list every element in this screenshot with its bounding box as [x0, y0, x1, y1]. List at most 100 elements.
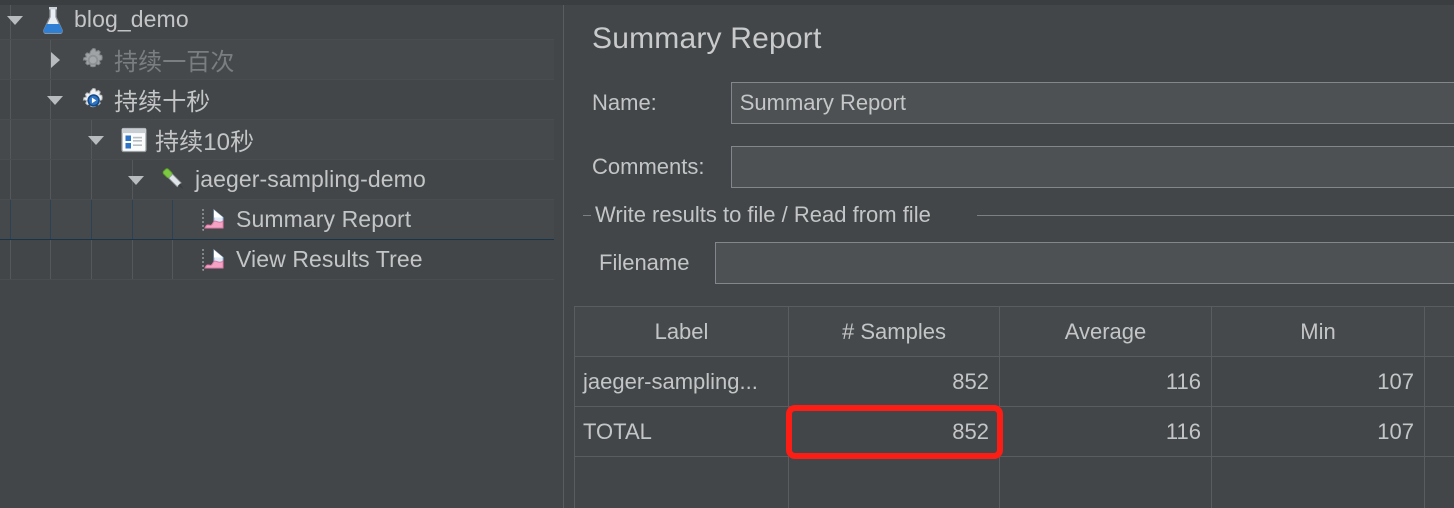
- flask-icon: [38, 5, 68, 35]
- column-header-2[interactable]: Average: [999, 306, 1212, 357]
- tree-item-label: View Results Tree: [236, 246, 423, 272]
- cell-empty[interactable]: [999, 456, 1212, 508]
- column-header-0[interactable]: Label: [574, 306, 789, 357]
- table-header-row: Label # Samples Average Min: [574, 306, 1454, 357]
- name-label: Name:: [592, 90, 657, 115]
- groupbox-border-right: [977, 215, 1454, 216]
- controller-icon: [121, 127, 147, 152]
- gear-thread-group-icon: [78, 85, 108, 115]
- tree-indent-guide: [10, 240, 11, 279]
- filename-field-row: Filename: [599, 242, 1454, 284]
- chevron-down-icon: [47, 95, 63, 105]
- cell-empty[interactable]: [1424, 456, 1454, 508]
- tree-expander-expanded[interactable]: [4, 9, 26, 31]
- cell-min[interactable]: 107: [1211, 356, 1425, 407]
- cell-empty[interactable]: [788, 456, 1000, 508]
- chevron-down-icon: [88, 135, 104, 145]
- comments-field-row: Comments:: [592, 146, 1454, 188]
- tree-item-label: 持续一百次: [114, 49, 235, 76]
- cell-samples[interactable]: 852: [788, 406, 1000, 457]
- groupbox-border-left: [583, 215, 591, 216]
- listener-chart-icon: [200, 205, 230, 235]
- tree-item-label: blog_demo: [74, 6, 189, 32]
- test-plan-tree[interactable]: blog_demo 持续一百次 持续十秒 持续10秒 jaeger-sampli…: [0, 0, 554, 508]
- tree-item-label: jaeger-sampling-demo: [195, 166, 426, 192]
- tree-indent-guide: [172, 240, 173, 279]
- sampler-pipette-icon: [159, 165, 189, 195]
- tree-indent-guide: [91, 240, 92, 279]
- tree-indent-guide: [132, 200, 133, 239]
- tree-item-label: 持续10秒: [155, 129, 255, 156]
- page-title: Summary Report: [592, 22, 822, 55]
- splitter-bar: [563, 0, 564, 508]
- column-header-1[interactable]: # Samples: [788, 306, 1000, 357]
- tree-item-label: Summary Report: [236, 206, 412, 232]
- name-field-row: Name: Summary Report: [592, 82, 1454, 124]
- chevron-down-icon: [7, 15, 23, 25]
- tree-indent-guide: [10, 120, 11, 159]
- tree-expander-expanded[interactable]: [44, 89, 66, 111]
- cell-empty[interactable]: [1211, 456, 1425, 508]
- cell-empty[interactable]: [574, 456, 789, 508]
- tree-item-1[interactable]: 持续一百次: [0, 40, 554, 80]
- jmeter-window: blog_demo 持续一百次 持续十秒 持续10秒 jaeger-sampli…: [0, 0, 1454, 508]
- window-top-strip: [0, 0, 1454, 5]
- tree-indent-guide: [10, 200, 11, 239]
- cell-label[interactable]: TOTAL: [574, 406, 789, 457]
- tree-item-5[interactable]: Summary Report: [0, 200, 554, 240]
- flask-icon: [43, 6, 63, 34]
- tree-indent-guide: [50, 200, 51, 239]
- comments-label: Comments:: [592, 154, 705, 179]
- groupbox-title: Write results to file / Read from file: [595, 202, 931, 227]
- tree-expander-expanded[interactable]: [85, 129, 107, 151]
- cell-extra[interactable]: [1424, 406, 1454, 457]
- tree-item-2[interactable]: 持续十秒: [0, 80, 554, 120]
- listener-chart-icon: [202, 208, 224, 231]
- results-table[interactable]: Label # Samples Average Min jaeger-sampling…: [574, 306, 1454, 508]
- sampler-pipette-icon: [162, 167, 184, 189]
- cell-average[interactable]: 116: [999, 356, 1212, 407]
- panel-splitter[interactable]: [554, 0, 570, 508]
- chevron-down-icon: [128, 175, 144, 185]
- tree-expander-collapsed[interactable]: [44, 49, 66, 71]
- filename-label: Filename: [599, 250, 690, 275]
- tree-item-0[interactable]: blog_demo: [0, 0, 554, 40]
- tree-expander-expanded[interactable]: [125, 169, 147, 191]
- tree-indent-guide: [10, 80, 11, 119]
- summary-report-panel: Summary Report Name: Summary Report Comm…: [570, 0, 1454, 508]
- tree-item-4[interactable]: jaeger-sampling-demo: [0, 160, 554, 200]
- filename-input[interactable]: [715, 242, 1454, 284]
- tree-indent-guide: [10, 160, 11, 199]
- cell-min[interactable]: 107: [1211, 406, 1425, 457]
- table-row[interactable]: TOTAL 852 116 107: [574, 406, 1454, 457]
- tree-indent-guide: [50, 160, 51, 199]
- gear-disabled-icon: [82, 47, 103, 67]
- cell-samples[interactable]: 852: [788, 356, 1000, 407]
- gear-disabled-icon: [78, 45, 108, 75]
- name-input[interactable]: Summary Report: [730, 82, 1454, 124]
- column-header-3[interactable]: Min: [1211, 306, 1425, 357]
- write-results-groupbox: Write results to file / Read from file F…: [583, 202, 1454, 298]
- tree-indent-guide: [172, 200, 173, 239]
- listener-chart-icon: [200, 245, 230, 275]
- cell-extra[interactable]: [1424, 356, 1454, 407]
- tree-item-label: 持续十秒: [114, 89, 211, 116]
- listener-chart-icon: [202, 248, 224, 271]
- table-row-empty[interactable]: [574, 456, 1454, 508]
- gear-thread-group-icon: [82, 87, 103, 107]
- tree-indent-guide: [132, 240, 133, 279]
- table-row[interactable]: jaeger-sampling... 852 116 107: [574, 356, 1454, 407]
- tree-item-6[interactable]: View Results Tree: [0, 240, 554, 280]
- tree-indent-guide: [50, 120, 51, 159]
- column-header-4[interactable]: [1424, 306, 1454, 357]
- tree-indent-guide: [91, 200, 92, 239]
- tree-indent-guide: [50, 240, 51, 279]
- controller-icon: [119, 125, 149, 155]
- comments-input[interactable]: [730, 146, 1454, 188]
- tree-indent-guide: [10, 40, 11, 79]
- cell-label[interactable]: jaeger-sampling...: [574, 356, 789, 407]
- tree-indent-guide: [91, 160, 92, 199]
- tree-item-3[interactable]: 持续10秒: [0, 120, 554, 160]
- cell-average[interactable]: 116: [999, 406, 1212, 457]
- chevron-right-icon: [51, 51, 60, 68]
